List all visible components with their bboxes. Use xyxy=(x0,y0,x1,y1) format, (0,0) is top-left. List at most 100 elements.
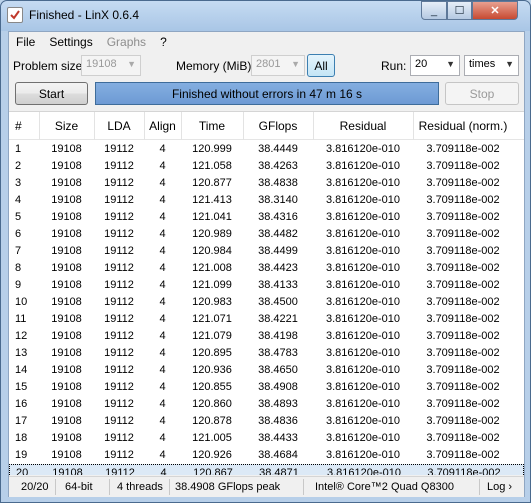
table-row[interactable]: 12 19108 19112 4 121.079 38.4198 3.816120e-010… xyxy=(9,328,524,345)
table-cell: 120.984 xyxy=(192,245,232,257)
column-header-residual[interactable]: Residual xyxy=(313,119,413,133)
table-cell: 120.936 xyxy=(192,364,232,376)
table-row[interactable]: 2 19108 19112 4 121.058 38.4263 3.816120e-010 3… xyxy=(9,158,524,175)
table-cell: 3.709118e-002 xyxy=(426,313,500,325)
table-cell: 19108 xyxy=(51,449,82,461)
column-header-size[interactable]: Size xyxy=(39,119,94,133)
table-row[interactable]: 7 19108 19112 4 120.984 38.4499 3.816120e-010 3… xyxy=(9,243,524,260)
column-header-align[interactable]: Align xyxy=(144,119,181,133)
column-header-time[interactable]: Time xyxy=(181,119,243,133)
chevron-down-icon: ▼ xyxy=(127,59,136,69)
table-cell: 3.816120e-010 xyxy=(325,279,400,291)
table-cell: 38.4198 xyxy=(258,330,298,342)
table-row[interactable]: 5 19108 19112 4 121.041 38.4316 3.816120e-010 3… xyxy=(9,209,524,226)
run-count-value: 20 xyxy=(415,58,428,70)
table-cell: 19108 xyxy=(51,160,82,172)
table-cell: 4 xyxy=(159,347,166,359)
run-count-combo[interactable]: 20 ▼ xyxy=(410,55,460,76)
all-memory-button[interactable]: All xyxy=(307,54,335,77)
start-button[interactable]: Start xyxy=(15,82,88,105)
column-header-gflops[interactable]: GFlops xyxy=(243,119,313,133)
table-cell: 38.4449 xyxy=(258,143,298,155)
table-cell: 38.4684 xyxy=(258,449,298,461)
table-cell: 19112 xyxy=(104,432,134,444)
table-cell: 18 xyxy=(15,432,28,444)
log-button[interactable]: Log › xyxy=(487,481,512,493)
table-cell: 6 xyxy=(15,228,22,240)
table-cell: 3.816120e-010 xyxy=(325,313,400,325)
table-cell: 3.709118e-002 xyxy=(426,262,500,274)
table-cell: 3.816120e-010 xyxy=(325,347,400,359)
menu-settings[interactable]: Settings xyxy=(42,32,99,52)
table-cell: 8 xyxy=(15,262,22,274)
table-cell: 3.816120e-010 xyxy=(325,432,400,444)
table-row[interactable]: 19 19108 19112 4 120.926 38.4684 3.816120e-010… xyxy=(9,447,524,464)
table-cell: 19112 xyxy=(104,313,134,325)
table-cell: 4 xyxy=(159,177,166,189)
table-cell: 121.058 xyxy=(192,160,232,172)
table-row[interactable]: 9 19108 19112 4 121.099 38.4133 3.816120e-010 3… xyxy=(9,277,524,294)
maximize-button[interactable]: ☐ xyxy=(447,1,472,20)
run-unit-combo[interactable]: times ▼ xyxy=(464,55,519,76)
table-cell: 3.816120e-010 xyxy=(325,143,400,155)
table-row[interactable]: 8 19108 19112 4 121.008 38.4423 3.816120e-010 3… xyxy=(9,260,524,277)
table-cell: 120.855 xyxy=(192,381,232,393)
table-row[interactable]: 16 19108 19112 4 120.860 38.4893 3.816120e-010… xyxy=(9,396,524,413)
table-row[interactable]: 3 19108 19112 4 120.877 38.4838 3.816120e-010 3… xyxy=(9,175,524,192)
table-cell: 19112 xyxy=(104,296,134,308)
table-cell: 121.071 xyxy=(192,313,232,325)
table-cell: 3.816120e-010 xyxy=(325,398,400,410)
column-header-index[interactable]: # xyxy=(15,119,22,133)
table-row[interactable]: 10 19108 19112 4 120.983 38.4500 3.816120e-010… xyxy=(9,294,524,311)
table-cell: 38.4433 xyxy=(258,432,298,444)
header-divider xyxy=(94,112,95,140)
table-row[interactable]: 11 19108 19112 4 121.071 38.4221 3.816120e-010… xyxy=(9,311,524,328)
table-cell: 4 xyxy=(159,143,166,155)
table-cell: 20 xyxy=(16,467,29,475)
table-cell: 19112 xyxy=(105,467,135,475)
table-cell: 19112 xyxy=(104,347,134,359)
table-cell: 121.041 xyxy=(192,211,232,223)
table-cell: 38.4221 xyxy=(258,313,298,325)
table-row[interactable]: 20 19108 19112 4 120.867 38.4871 3.816120e-010… xyxy=(9,464,524,475)
client-area: File Settings Graphs ? Problem size: 191… xyxy=(8,31,525,497)
table-cell: 4 xyxy=(159,398,166,410)
table-cell: 38.4908 xyxy=(258,381,298,393)
table-cell: 19108 xyxy=(51,415,82,427)
header-divider xyxy=(313,112,314,140)
table-cell: 3.709118e-002 xyxy=(426,177,500,189)
column-header-residual-norm[interactable]: Residual (norm.) xyxy=(413,119,513,133)
chevron-down-icon: ▼ xyxy=(446,59,455,69)
table-cell: 121.079 xyxy=(192,330,232,342)
table-row[interactable]: 13 19108 19112 4 120.895 38.4783 3.816120e-010… xyxy=(9,345,524,362)
table-cell: 4 xyxy=(159,211,166,223)
table-cell: 19112 xyxy=(104,449,134,461)
table-row[interactable]: 18 19108 19112 4 121.005 38.4433 3.816120e-010… xyxy=(9,430,524,447)
menu-graphs: Graphs xyxy=(106,35,147,49)
title-bar[interactable]: Finished - LinX 0.6.4 _ ☐ ✕ xyxy=(1,1,530,31)
table-cell: 38.4871 xyxy=(259,467,299,475)
table-cell: 19112 xyxy=(104,262,134,274)
table-cell: 4 xyxy=(159,279,166,291)
results-table[interactable]: # Size LDA Align Time GFlops Residual Re… xyxy=(9,111,524,475)
table-cell: 3.816120e-010 xyxy=(325,330,400,342)
table-cell: 38.4500 xyxy=(258,296,298,308)
header-divider xyxy=(39,112,40,140)
table-row[interactable]: 6 19108 19112 4 120.989 38.4482 3.816120e-010 3… xyxy=(9,226,524,243)
table-row[interactable]: 14 19108 19112 4 120.936 38.4650 3.816120e-010… xyxy=(9,362,524,379)
column-header-lda[interactable]: LDA xyxy=(94,119,144,133)
table-row[interactable]: 4 19108 19112 4 121.413 38.3140 3.816120e-010 3… xyxy=(9,192,524,209)
table-row[interactable]: 1 19108 19112 4 120.999 38.4449 3.816120e-010 3… xyxy=(9,141,524,158)
menu-file[interactable]: File xyxy=(9,32,42,52)
minimize-button[interactable]: _ xyxy=(421,1,447,20)
table-cell: 19112 xyxy=(104,177,134,189)
table-cell: 120.999 xyxy=(192,143,232,155)
table-row[interactable]: 15 19108 19112 4 120.855 38.4908 3.816120e-010… xyxy=(9,379,524,396)
table-cell: 17 xyxy=(15,415,28,427)
table-row[interactable]: 17 19108 19112 4 120.878 38.4836 3.816120e-010… xyxy=(9,413,524,430)
menu-help[interactable]: ? xyxy=(153,32,174,52)
table-cell: 38.4783 xyxy=(258,347,298,359)
chevron-down-icon: ▼ xyxy=(505,59,514,69)
table-cell: 19112 xyxy=(104,381,134,393)
close-button[interactable]: ✕ xyxy=(472,1,518,20)
